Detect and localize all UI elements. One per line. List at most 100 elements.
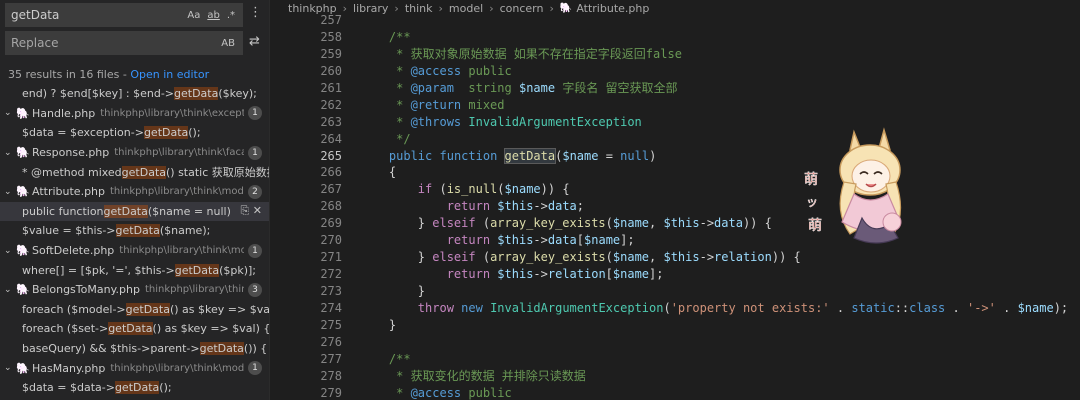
- code-line[interactable]: 279 * @access public: [270, 385, 1080, 400]
- code-token: relation: [714, 250, 772, 265]
- row-actions: ⎘ ✕: [240, 204, 262, 218]
- line-content: * @access public: [342, 63, 512, 80]
- line-content: * @param string $name 字段名 留空获取全部: [342, 80, 677, 97]
- code-token: (: [605, 216, 613, 231]
- code-token: ,: [649, 216, 664, 231]
- chevron-down-icon[interactable]: ⌄: [4, 246, 16, 256]
- result-match-line[interactable]: * @method mixed getData() static 获取原始数据: [0, 162, 270, 182]
- code-line[interactable]: 269 } elseif (array_key_exists($name, $t…: [270, 215, 1080, 232]
- code-line[interactable]: 262 * @return mixed: [270, 97, 1080, 114]
- code-token: /**: [388, 351, 411, 366]
- code-token: $name: [504, 182, 541, 197]
- match-whole-word-toggle[interactable]: ab: [207, 10, 219, 21]
- code-line[interactable]: 272 return $this->relation[$name];: [270, 266, 1080, 283]
- replace-icon[interactable]: ⎘: [240, 204, 252, 217]
- code-line[interactable]: 277 /**: [270, 351, 1080, 368]
- code-line[interactable]: 261 * @param string $name 字段名 留空获取全部: [270, 80, 1080, 97]
- line-number: 276: [320, 334, 342, 349]
- code-line[interactable]: 276: [270, 334, 1080, 351]
- code-token: $this: [663, 250, 700, 265]
- open-in-editor-link[interactable]: Open in editor: [130, 68, 209, 81]
- code-line[interactable]: 270 return $this->data[$name];: [270, 232, 1080, 249]
- code-line[interactable]: 258 /**: [270, 29, 1080, 46]
- result-match-line[interactable]: foreach ($model-> getData() as $key => $v…: [0, 300, 269, 320]
- chevron-down-icon[interactable]: ⌄: [4, 148, 16, 158]
- code-line[interactable]: 274 throw new InvalidArgumentException('…: [270, 300, 1080, 317]
- result-file-softdelete[interactable]: ⌄ 🐘 SoftDelete.php thinkphp\library\think\m…: [0, 241, 269, 261]
- code-token: (: [605, 250, 613, 265]
- code-token: getData: [503, 147, 557, 164]
- code-line[interactable]: 273 }: [270, 283, 1080, 300]
- code-line[interactable]: 257: [270, 12, 1080, 29]
- code-line[interactable]: 275 }: [270, 317, 1080, 334]
- code-line[interactable]: 265 public function getData($name = null…: [270, 147, 1080, 165]
- result-file-response[interactable]: ⌄ 🐘 Response.php thinkphp\library\think\fac…: [0, 143, 269, 163]
- chevron-down-icon[interactable]: ⌄: [4, 108, 16, 118]
- result-match-line[interactable]: $value = $this-> getData ($name);: [0, 221, 269, 241]
- result-match-line[interactable]: baseQuery) && $this->parent-> getData()) …: [0, 339, 269, 359]
- search-sidebar: getData Aa ab .* ⋮ Replace AB ⇄ 35 resul…: [0, 0, 270, 400]
- chevron-down-icon[interactable]: ⌄: [4, 363, 16, 373]
- code-token: (: [475, 250, 491, 265]
- code-token: .: [829, 300, 852, 315]
- result-match-line[interactable]: foreach ($set-> getData() as $key => $val…: [0, 319, 269, 339]
- search-input[interactable]: getData Aa ab .*: [5, 3, 243, 27]
- code-token: relation: [547, 267, 606, 282]
- code-line[interactable]: 259 * 获取对象原始数据 如果不存在指定字段返回false: [270, 46, 1080, 63]
- result-file-handle[interactable]: ⌄ 🐘 Handle.php thinkphp\library\think\excep…: [0, 104, 269, 124]
- code-token: .: [945, 300, 967, 315]
- line-number: 264: [320, 131, 342, 146]
- use-regex-toggle[interactable]: .*: [227, 10, 235, 21]
- code-line[interactable]: 278 * 获取变化的数据 并排除只读数据: [270, 368, 1080, 385]
- result-match-line[interactable]: end) ? $end[$key] : $end-> getData ($key);: [0, 84, 269, 104]
- result-match-line[interactable]: where[] = [$pk, '=', $this-> getData ($pk)…: [0, 260, 269, 280]
- result-match-line[interactable]: $data = $data-> getData ();: [0, 378, 269, 398]
- line-content: return $this->data[$name];: [342, 232, 635, 249]
- code-line[interactable]: 264 */: [270, 131, 1080, 148]
- match-case-toggle[interactable]: Aa: [187, 10, 200, 21]
- match-prefix: public function: [22, 204, 104, 218]
- sticker-char-2: ッ: [806, 195, 818, 209]
- more-options-icon[interactable]: ⋮: [249, 5, 262, 20]
- code-token: (: [432, 182, 447, 197]
- code-token: 'property not exists:': [670, 300, 830, 315]
- code-token: static: [851, 300, 895, 315]
- code-token: $name: [584, 233, 621, 248]
- chevron-down-icon[interactable]: ⌄: [4, 187, 16, 197]
- replace-all-icon[interactable]: ⇄: [249, 34, 260, 49]
- match-suffix: ($name);: [159, 224, 211, 238]
- result-match-line[interactable]: $data = $exception-> getData ();: [0, 123, 269, 143]
- result-file-attribute[interactable]: ⌄ 🐘 Attribute.php thinkphp\library\think\mo…: [0, 182, 269, 202]
- code-area[interactable]: 257 258 /** 259 * 获取对象原始数据 如果不存在指定字段返回fals…: [270, 12, 1080, 400]
- line-number: 278: [320, 368, 342, 383]
- result-file-hasmany[interactable]: ⌄ 🐘 HasMany.php thinkphp\library\think\mod.…: [0, 358, 269, 378]
- code-token: $name: [612, 250, 650, 265]
- chevron-down-icon[interactable]: ⌄: [4, 285, 16, 295]
- replace-input[interactable]: Replace AB: [5, 31, 243, 55]
- code-token: (: [497, 182, 505, 197]
- preserve-case-toggle[interactable]: AB: [221, 38, 235, 49]
- match-count-badge: 1: [248, 361, 262, 376]
- match-suffix: () static 获取原始数据: [166, 166, 270, 180]
- code-token: [: [576, 233, 585, 248]
- code-line[interactable]: 266 {: [270, 164, 1080, 181]
- result-file-belongstomany[interactable]: ⌄🐘BelongsToMany.php thinkphp\library\thin…: [0, 280, 269, 300]
- match-highlight: getData: [108, 322, 153, 336]
- code-line[interactable]: 267 if (is_null($name)) {: [270, 181, 1080, 198]
- code-line[interactable]: 263 * @throws InvalidArgumentException: [270, 114, 1080, 131]
- code-line[interactable]: 260 * @access public: [270, 63, 1080, 80]
- code-line[interactable]: 271 } elseif (array_key_exists($name, $t…: [270, 249, 1080, 266]
- result-match-line[interactable]: public function getData ($name = null) ⎘ ✕: [0, 201, 269, 222]
- code-token: .: [995, 300, 1018, 315]
- match-highlight: getData: [174, 263, 220, 277]
- line-content: /**: [342, 29, 411, 46]
- line-content: * 获取对象原始数据 如果不存在指定字段返回false: [342, 46, 682, 63]
- line-content: [342, 12, 360, 29]
- code-token: ];: [620, 233, 635, 248]
- dismiss-icon[interactable]: ✕: [253, 204, 262, 217]
- code-line[interactable]: 268 return $this->data;: [270, 198, 1080, 215]
